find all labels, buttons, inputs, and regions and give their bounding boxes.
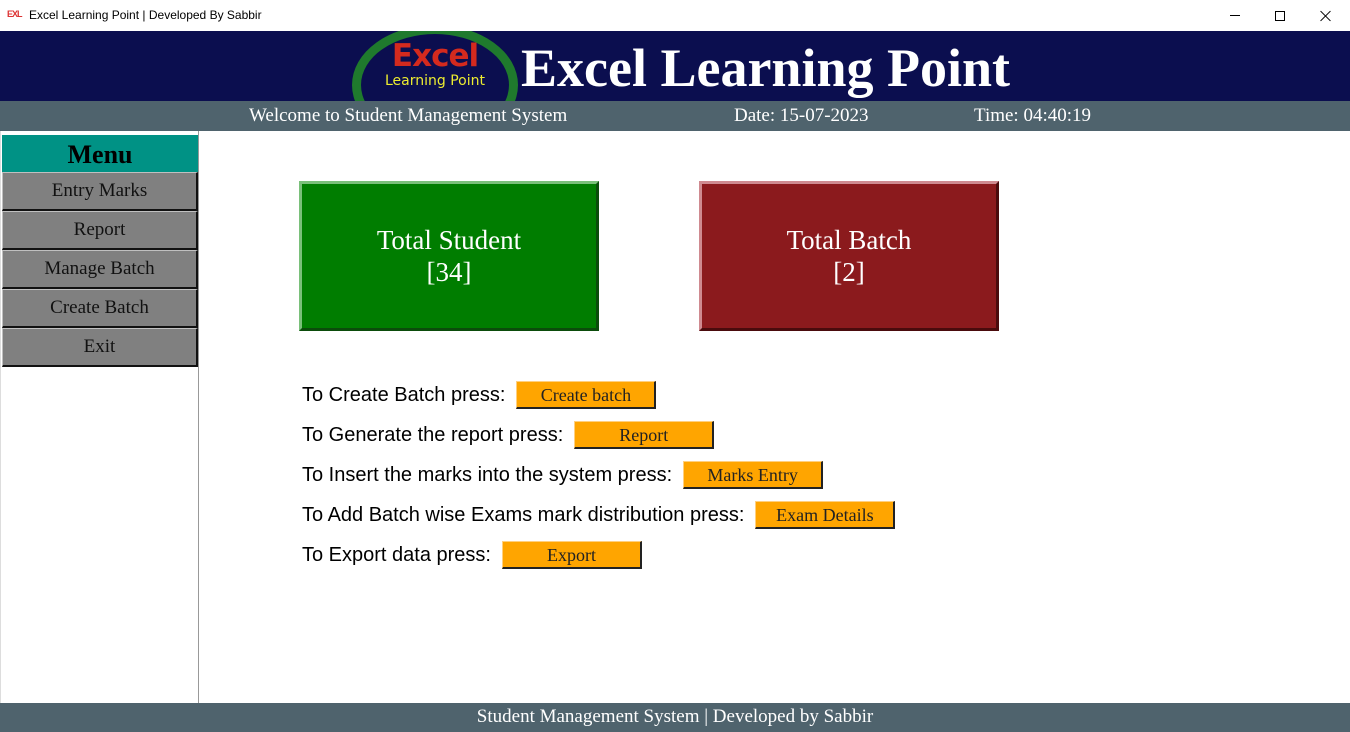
- menu-header: Menu: [2, 135, 198, 172]
- close-button[interactable]: [1303, 0, 1349, 31]
- maximize-icon: [1275, 10, 1285, 21]
- marks-entry-button[interactable]: Marks Entry: [683, 461, 824, 489]
- header-banner: Excel Learning Point Excel Learning Poin…: [0, 31, 1350, 101]
- action-label: To Export data press:: [302, 543, 491, 566]
- action-label: To Generate the report press:: [302, 423, 564, 446]
- excel-logo-icon: EXL: [7, 9, 23, 19]
- export-button[interactable]: Export: [501, 541, 642, 569]
- sidebar-item-entry-marks[interactable]: Entry Marks: [2, 172, 198, 211]
- action-label: To Insert the marks into the system pres…: [302, 463, 673, 486]
- maximize-button[interactable]: [1257, 0, 1303, 31]
- sidebar-item-create-batch[interactable]: Create Batch: [2, 289, 198, 328]
- info-bar: Welcome to Student Management System Dat…: [0, 101, 1350, 131]
- action-row-create-batch: To Create Batch press: Create batch: [302, 381, 657, 409]
- sidebar-item-report[interactable]: Report: [2, 211, 198, 250]
- total-student-value: [34]: [426, 257, 472, 287]
- banner-title: Excel Learning Point: [521, 38, 1010, 98]
- close-icon: [1320, 10, 1332, 22]
- action-row-report: To Generate the report press: Report: [302, 421, 715, 449]
- action-label: To Add Batch wise Exams mark distributio…: [302, 503, 745, 526]
- exam-details-button[interactable]: Exam Details: [755, 501, 896, 529]
- minimize-button[interactable]: [1212, 0, 1258, 31]
- action-row-export: To Export data press: Export: [302, 541, 642, 569]
- sidebar-item-manage-batch[interactable]: Manage Batch: [2, 250, 198, 289]
- footer-bar: Student Management System | Developed by…: [0, 703, 1350, 732]
- window-title: Excel Learning Point | Developed By Sabb…: [29, 8, 262, 22]
- total-batch-title: Total Batch: [786, 225, 912, 255]
- window-titlebar: EXL Excel Learning Point | Developed By …: [0, 0, 1350, 31]
- sidebar-menu: Menu Entry Marks Report Manage Batch Cre…: [0, 131, 199, 703]
- brand-logo: Excel Learning Point: [352, 31, 518, 101]
- action-row-exam-details: To Add Batch wise Exams mark distributio…: [302, 501, 896, 529]
- date-display: Date: 15-07-2023: [734, 105, 869, 126]
- action-label: To Create Batch press:: [302, 383, 506, 406]
- welcome-text: Welcome to Student Management System: [249, 105, 568, 126]
- total-student-title: Total Student: [376, 225, 522, 255]
- logo-main-text: Excel: [391, 38, 479, 74]
- total-batch-card: Total Batch [2]: [699, 181, 999, 331]
- logo-sub-text: Learning Point: [385, 73, 485, 89]
- report-button[interactable]: Report: [574, 421, 715, 449]
- sidebar-item-exit[interactable]: Exit: [2, 328, 198, 367]
- total-student-card: Total Student [34]: [299, 181, 599, 331]
- create-batch-button[interactable]: Create batch: [516, 381, 657, 409]
- time-display: Time: 04:40:19: [974, 105, 1092, 126]
- minimize-icon: [1230, 15, 1240, 16]
- total-batch-value: [2]: [833, 257, 865, 287]
- action-row-marks-entry: To Insert the marks into the system pres…: [302, 461, 824, 489]
